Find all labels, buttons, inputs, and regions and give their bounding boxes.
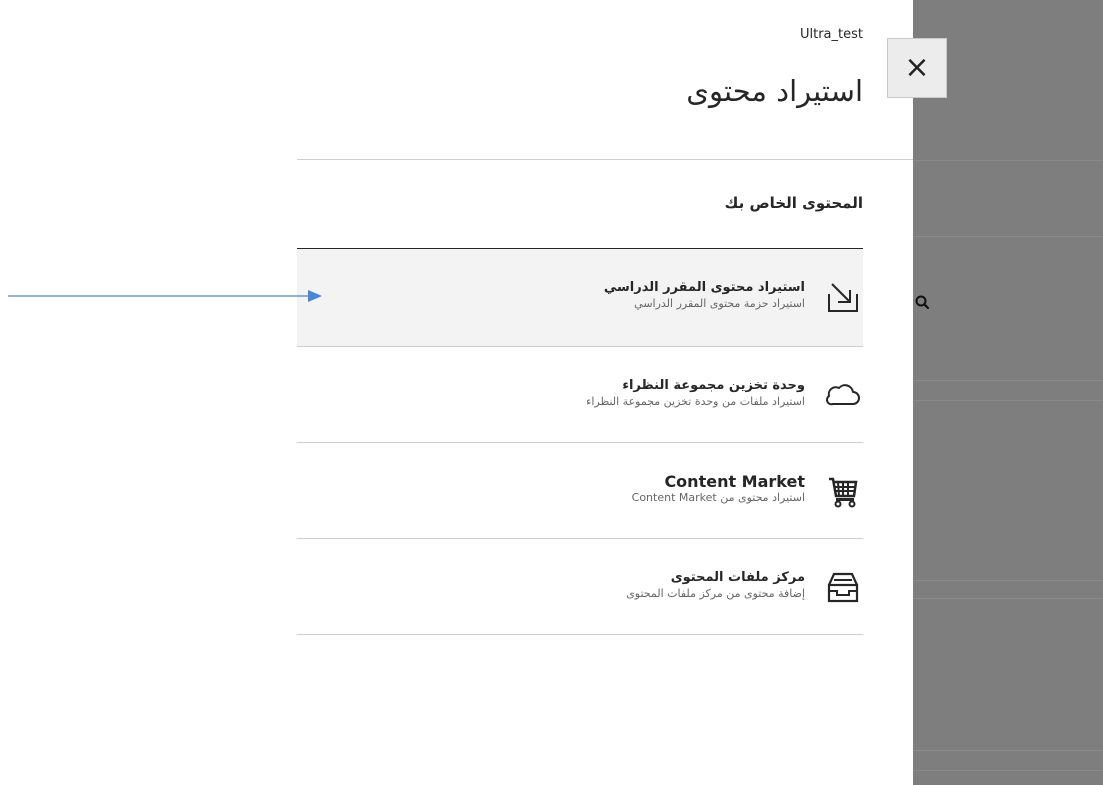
header-divider bbox=[297, 159, 913, 160]
option-description: استيراد حزمة محتوى المقرر الدراسي bbox=[634, 297, 805, 310]
import-options-list: استيراد محتوى المقرر الدراسي استيراد حزم… bbox=[297, 249, 863, 635]
cloud-storage-option[interactable]: وحدة تخزين مجموعة النظراء استيراد ملفات … bbox=[297, 347, 863, 443]
inbox-tray-icon bbox=[823, 567, 863, 607]
page-title: استيراد محتوى bbox=[686, 74, 863, 108]
background-panel bbox=[913, 0, 1103, 785]
option-title: مركز ملفات المحتوى bbox=[670, 570, 805, 585]
close-icon: × bbox=[904, 50, 930, 85]
background-divider bbox=[913, 598, 1103, 599]
option-description: استيراد محتوى من Content Market bbox=[631, 491, 805, 504]
import-arrow-icon bbox=[823, 277, 863, 317]
content-collection-option[interactable]: مركز ملفات المحتوى إضافة محتوى من مركز م… bbox=[297, 539, 863, 635]
cart-icon bbox=[823, 471, 863, 511]
background-divider bbox=[913, 400, 1103, 401]
option-description: إضافة محتوى من مركز ملفات المحتوى bbox=[626, 587, 805, 600]
option-title: استيراد محتوى المقرر الدراسي bbox=[603, 280, 805, 295]
content-market-option[interactable]: Content Market استيراد محتوى من Content … bbox=[297, 443, 863, 539]
background-divider bbox=[913, 580, 1103, 581]
cloud-icon bbox=[823, 375, 863, 415]
import-course-content-option[interactable]: استيراد محتوى المقرر الدراسي استيراد حزم… bbox=[297, 249, 863, 347]
annotation-arrow bbox=[8, 290, 322, 302]
background-divider bbox=[913, 380, 1103, 381]
option-description: استيراد ملفات من وحدة تخزين مجموعة النظر… bbox=[586, 395, 805, 408]
background-divider bbox=[913, 770, 1103, 771]
background-divider bbox=[913, 236, 1103, 237]
close-button[interactable]: × bbox=[887, 38, 947, 98]
option-title: وحدة تخزين مجموعة النظراء bbox=[622, 378, 805, 393]
section-heading: المحتوى الخاص بك bbox=[724, 194, 863, 212]
background-divider bbox=[913, 160, 1103, 161]
search-icon bbox=[915, 295, 930, 310]
option-title: Content Market bbox=[664, 472, 805, 491]
course-name: Ultra_test bbox=[799, 27, 863, 42]
dimmed-background bbox=[913, 0, 1103, 785]
background-divider bbox=[913, 750, 1103, 751]
